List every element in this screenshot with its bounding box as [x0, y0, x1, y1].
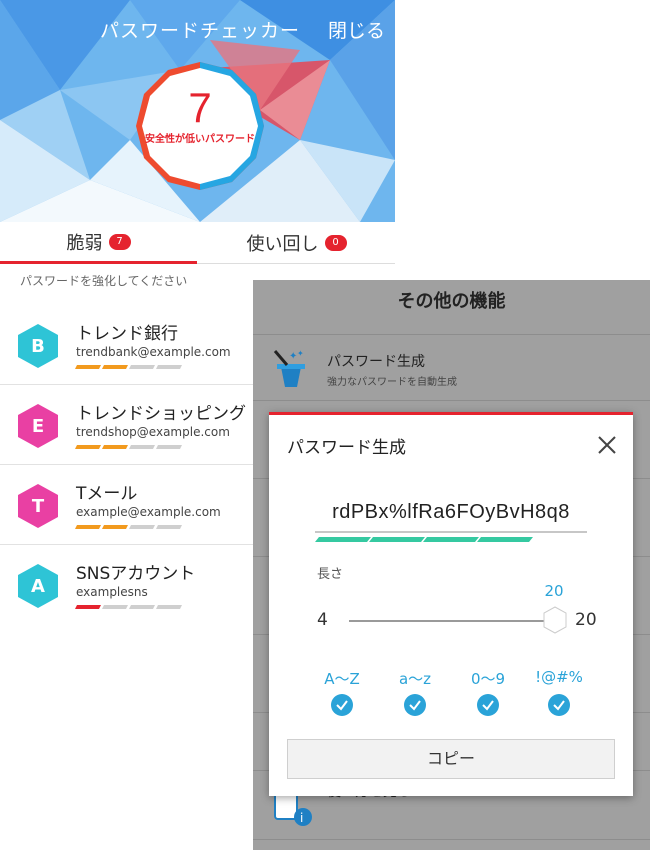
account-avatar: B	[16, 323, 60, 369]
length-value: 20	[544, 582, 564, 600]
generated-password[interactable]: rdPBx%lfRa6FOyBvH8q8	[315, 501, 587, 524]
account-initial: T	[31, 495, 45, 517]
account-email: trendshop@example.com	[76, 425, 230, 439]
magic-hat-icon: ✦ ✦	[273, 349, 305, 387]
account-avatar: T	[16, 483, 60, 529]
weak-password-badge: 7 安全性が低いパスワード	[136, 62, 264, 190]
account-name: トレンドショッピング	[76, 404, 246, 424]
tab-vulnerable-count: 7	[108, 233, 131, 250]
option-label: A〜Z	[324, 670, 360, 688]
weak-password-label: 安全性が低いパスワード	[145, 134, 255, 145]
strength-meter	[75, 365, 182, 369]
account-initial: B	[31, 335, 45, 357]
account-email: examplesns	[76, 585, 148, 599]
length-max: 20	[575, 610, 597, 630]
app-screenshot: パスワードチェッカー 閉じる 7 安全性が低いパスワード 脆弱 7 使い回し 0	[0, 0, 650, 850]
menu-item-label: パスワード生成	[327, 354, 425, 370]
option-label: 0〜9	[470, 670, 506, 688]
account-name: SNSアカウント	[76, 564, 196, 584]
strength-meter	[75, 605, 182, 609]
hero-header: パスワードチェッカー 閉じる 7 安全性が低いパスワード	[0, 0, 395, 222]
strength-meter	[75, 445, 182, 449]
option-digits[interactable]: 0〜9	[453, 668, 523, 716]
account-email: trendbank@example.com	[76, 345, 231, 359]
option-label: !@#%	[535, 668, 583, 686]
account-avatar: A	[16, 563, 60, 609]
tab-vulnerable-label: 脆弱	[66, 232, 103, 254]
screen-title: パスワードチェッカー	[100, 20, 301, 42]
check-circle-icon[interactable]	[404, 694, 426, 716]
svg-text:✦: ✦	[297, 349, 304, 358]
password-strength-meter	[315, 537, 533, 542]
check-circle-icon[interactable]	[548, 694, 570, 716]
check-circle-icon[interactable]	[477, 694, 499, 716]
option-label: a〜z	[398, 670, 432, 688]
strength-meter	[75, 525, 182, 529]
svg-text:i: i	[300, 811, 303, 825]
option-uppercase[interactable]: A〜Z	[307, 668, 377, 716]
length-min: 4	[317, 610, 328, 630]
tab-vulnerable[interactable]: 脆弱 7	[0, 222, 197, 264]
tab-reused[interactable]: 使い回し 0	[198, 222, 395, 264]
account-initial: A	[31, 575, 45, 597]
weak-password-count: 7	[188, 84, 212, 131]
length-label: 長さ	[317, 567, 344, 582]
menu-item-sub: 強力なパスワードを自動生成	[327, 377, 457, 388]
account-name: トレンド銀行	[76, 324, 178, 344]
tab-reused-count: 0	[324, 235, 347, 251]
check-circle-icon[interactable]	[331, 694, 353, 716]
copy-button[interactable]: コピー	[287, 739, 615, 779]
password-underline	[315, 531, 587, 533]
menu-item-password-generator[interactable]: ✦ ✦ パスワード生成 強力なパスワードを自動生成	[253, 335, 650, 401]
length-slider-thumb[interactable]	[541, 606, 569, 634]
account-name: Tメール	[76, 484, 138, 504]
account-initial: E	[31, 415, 45, 437]
strengthen-hint: パスワードを強化してください	[20, 274, 188, 288]
close-button[interactable]: 閉じる	[328, 16, 385, 43]
password-generator-dialog: パスワード生成 rdPBx%lfRa6FOyBvH8q8 長さ 20 4 20 …	[269, 412, 633, 796]
close-icon[interactable]	[595, 433, 619, 457]
account-email: example@example.com	[76, 505, 221, 519]
account-avatar: E	[16, 403, 60, 449]
length-slider-track[interactable]	[349, 620, 549, 622]
tab-bar: 脆弱 7 使い回し 0	[0, 222, 395, 264]
tab-reused-label: 使い回し	[246, 234, 319, 255]
dialog-title: パスワード生成	[287, 438, 406, 458]
option-lowercase[interactable]: a〜z	[380, 668, 450, 716]
features-title: その他の機能	[253, 280, 650, 335]
option-symbols[interactable]: !@#%	[524, 668, 594, 716]
